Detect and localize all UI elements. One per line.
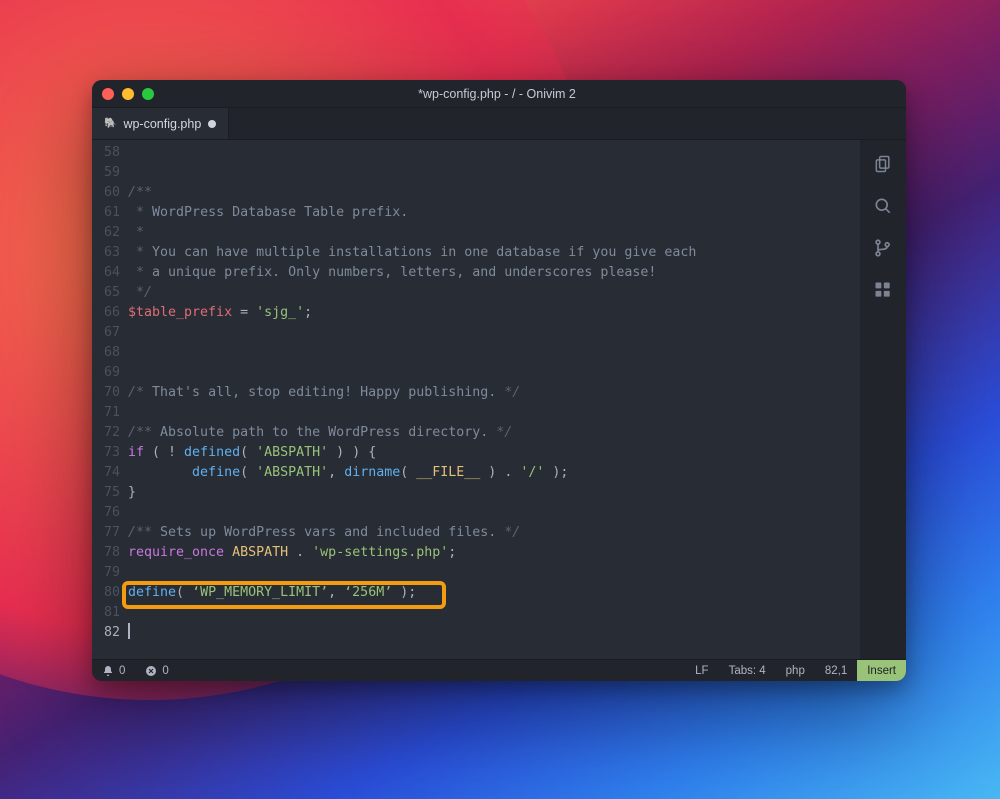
status-errors[interactable]: 0 — [135, 665, 178, 677]
activity-bar — [860, 140, 906, 659]
extensions-icon[interactable] — [873, 280, 893, 300]
files-icon[interactable] — [873, 154, 893, 174]
text-cursor — [128, 623, 130, 639]
code-editor[interactable]: 5859606162636465666768697071727374757677… — [92, 140, 860, 659]
tab-wp-config[interactable]: 🐘 wp-config.php — [92, 108, 229, 139]
line-gutter: 5859606162636465666768697071727374757677… — [92, 140, 128, 659]
status-language[interactable]: php — [776, 665, 815, 677]
git-branch-icon[interactable] — [873, 238, 893, 258]
title-bar[interactable]: *wp-config.php - / - Onivim 2 — [92, 80, 906, 108]
window-title: *wp-config.php - / - Onivim 2 — [154, 87, 840, 101]
status-indent[interactable]: Tabs: 4 — [719, 665, 776, 677]
status-eol[interactable]: LF — [685, 665, 718, 677]
editor-window: *wp-config.php - / - Onivim 2 🐘 wp-confi… — [92, 80, 906, 681]
tab-label: wp-config.php — [123, 117, 201, 131]
maximize-window-button[interactable] — [142, 88, 154, 100]
bell-icon — [102, 665, 114, 677]
tab-dirty-indicator — [208, 120, 216, 128]
php-file-icon: 🐘 — [104, 118, 116, 129]
status-notifications[interactable]: 0 — [92, 665, 135, 677]
minimize-window-button[interactable] — [122, 88, 134, 100]
status-bar: 0 0 LF Tabs: 4 php 82,1 Insert — [92, 659, 906, 681]
code-area[interactable]: /** * WordPress Database Table prefix. *… — [128, 140, 860, 659]
search-icon[interactable] — [873, 196, 893, 216]
status-position[interactable]: 82,1 — [815, 665, 857, 677]
error-icon — [145, 665, 157, 677]
close-window-button[interactable] — [102, 88, 114, 100]
tab-bar: 🐘 wp-config.php — [92, 108, 906, 140]
status-vim-mode[interactable]: Insert — [857, 660, 906, 681]
